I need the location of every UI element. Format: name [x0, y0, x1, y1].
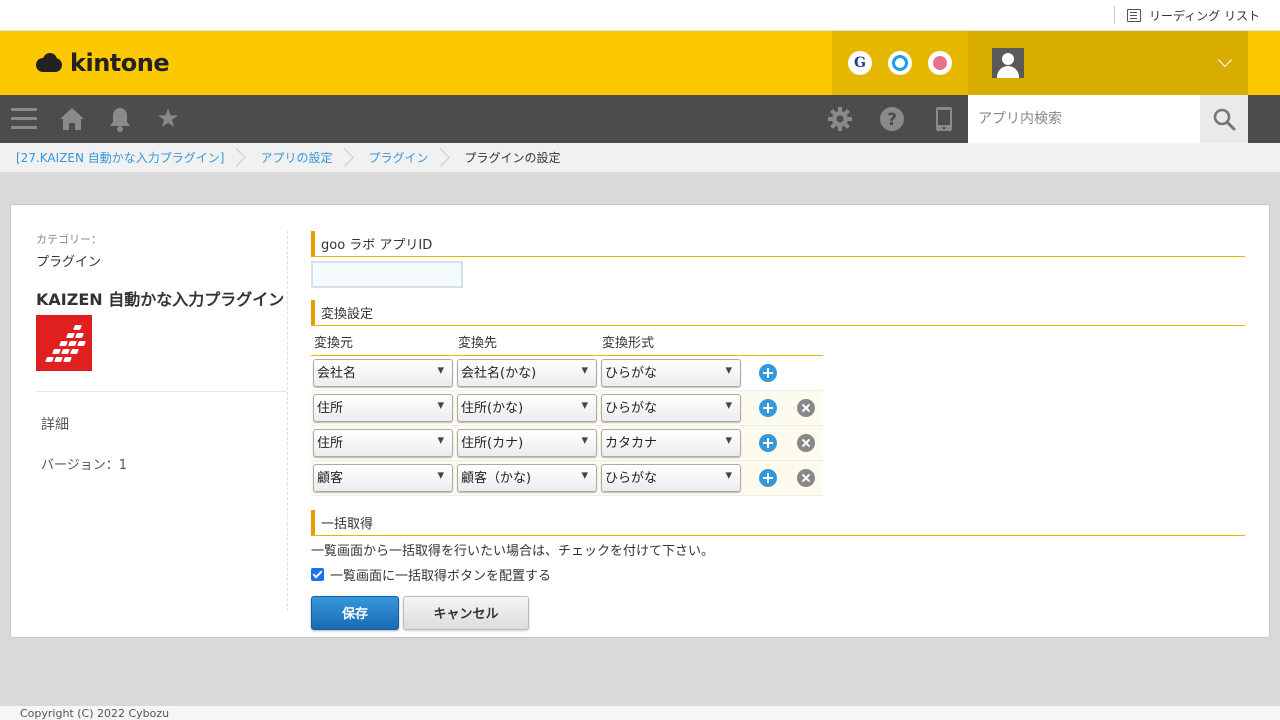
- table-row: 住所 住所(カナ) カタカナ: [311, 425, 823, 460]
- chevron-down-icon: [1217, 52, 1233, 68]
- target-field-select[interactable]: 住所(カナ): [457, 427, 597, 457]
- breadcrumb-separator: [234, 143, 244, 173]
- bulk-checkbox-row: 一覧画面に一括取得ボタンを配置する: [311, 565, 1245, 584]
- add-row-icon[interactable]: [759, 468, 777, 487]
- target-field-select[interactable]: 会社名(かな): [457, 357, 597, 387]
- source-field-select[interactable]: 会社名: [313, 357, 453, 387]
- table-row: 顧客 顧客（かな) ひらがな: [311, 460, 823, 495]
- home-icon[interactable]: [58, 105, 86, 133]
- add-row-icon[interactable]: [759, 398, 777, 417]
- column-header-source: 変換元: [311, 332, 455, 356]
- header-app-shortcuts: G: [832, 31, 968, 95]
- source-field-select[interactable]: 顧客: [313, 462, 453, 492]
- bulk-checkbox-label[interactable]: 一覧画面に一括取得ボタンを配置する: [330, 565, 551, 584]
- star-icon[interactable]: ★: [154, 105, 182, 133]
- mail-icon[interactable]: [928, 51, 952, 75]
- svg-text:?: ?: [887, 110, 897, 130]
- category-label: カテゴリー：: [36, 233, 102, 246]
- g-icon[interactable]: G: [848, 51, 872, 75]
- app-search-input[interactable]: [968, 95, 1200, 143]
- column-header-format: 変換形式: [599, 332, 743, 356]
- user-menu[interactable]: [968, 31, 1248, 95]
- target-field-select[interactable]: 顧客（かな): [457, 462, 597, 492]
- save-button[interactable]: 保存: [311, 595, 399, 630]
- panel-divider: [287, 231, 288, 611]
- sidebar-divider: [36, 391, 286, 392]
- remove-row-icon[interactable]: [797, 468, 815, 487]
- remove-row-icon[interactable]: [797, 398, 815, 417]
- appid-input[interactable]: [311, 261, 463, 288]
- kintone-header: kintone G: [0, 31, 1280, 95]
- section-title-conversion: 変換設定: [311, 300, 1245, 326]
- source-field-select[interactable]: 住所: [313, 427, 453, 457]
- breadcrumb-plugins[interactable]: プラグイン: [368, 149, 428, 166]
- plugin-logo-icon: [36, 315, 92, 371]
- section-title-bulk: 一括取得: [311, 509, 1245, 536]
- table-row: 住所 住所(かな) ひらがな: [311, 390, 823, 425]
- reading-list-button[interactable]: リーディング リスト: [1114, 6, 1260, 24]
- plugin-info-sidebar: カテゴリー： プラグイン KAIZEN 自動かな入力プラグイン 詳細 バージョン…: [36, 231, 286, 473]
- format-select[interactable]: ひらがな: [601, 462, 741, 492]
- breadcrumb: [27.KAIZEN 自動かな入力プラグイン] アプリの設定 プラグイン プラグ…: [0, 143, 1280, 173]
- format-select[interactable]: ひらがな: [601, 357, 741, 387]
- kintone-logo[interactable]: kintone: [34, 49, 170, 77]
- hamburger-menu-icon[interactable]: [10, 105, 38, 133]
- breadcrumb-separator: [438, 143, 448, 173]
- category-value: プラグイン: [36, 255, 102, 270]
- remove-row-icon[interactable]: [797, 433, 815, 452]
- settings-form: goo ラボ アプリID 変換設定 変換元 変換先 変換形式 会社名 会社名(か…: [311, 231, 1245, 630]
- help-icon[interactable]: ?: [878, 105, 906, 133]
- table-row: 会社名 会社名(かな) ひらがな: [311, 355, 823, 390]
- plugin-name: KAIZEN 自動かな入力プラグイン: [36, 290, 285, 309]
- breadcrumb-app[interactable]: [27.KAIZEN 自動かな入力プラグイン]: [16, 149, 224, 166]
- gear-icon[interactable]: [826, 105, 854, 133]
- search-button[interactable]: [1200, 95, 1248, 143]
- cancel-button[interactable]: キャンセル: [403, 595, 529, 630]
- breadcrumb-app-settings[interactable]: アプリの設定: [260, 149, 332, 166]
- bell-icon[interactable]: [106, 105, 134, 133]
- toolbar-divider: [1114, 6, 1116, 24]
- reading-list-icon: [1127, 8, 1142, 22]
- form-buttons: 保存 キャンセル: [311, 595, 1245, 630]
- detail-link[interactable]: 詳細: [41, 414, 286, 434]
- bulk-note: 一覧画面から一括取得を行いたい場合は、チェックを付けて下さい。: [311, 543, 715, 559]
- footer-copyright: Copyright (C) 2022 Cybozu: [0, 706, 1280, 720]
- section-title-appid: goo ラボ アプリID: [311, 231, 1245, 257]
- reading-list-label: リーディング リスト: [1149, 8, 1260, 23]
- version-text: バージョン：1: [41, 458, 128, 473]
- format-select[interactable]: カタカナ: [601, 427, 741, 457]
- cloud-logo-icon: [34, 52, 66, 74]
- plugin-settings-panel: カテゴリー： プラグイン KAIZEN 自動かな入力プラグイン 詳細 バージョン…: [10, 204, 1270, 638]
- bulk-checkbox[interactable]: [311, 567, 324, 581]
- breadcrumb-separator: [342, 143, 352, 173]
- target-field-select[interactable]: 住所(かな): [457, 392, 597, 422]
- breadcrumb-current: プラグインの設定: [464, 151, 561, 165]
- avatar: [992, 48, 1024, 78]
- add-row-icon[interactable]: [759, 363, 777, 382]
- mobile-icon[interactable]: [930, 105, 958, 133]
- column-header-target: 変換先: [455, 332, 599, 356]
- table-header-row: 変換元 変換先 変換形式: [311, 332, 823, 356]
- format-select[interactable]: ひらがな: [601, 392, 741, 422]
- logo-text: kintone: [70, 49, 170, 77]
- add-row-icon[interactable]: [759, 433, 777, 452]
- browser-toolbar: リーディング リスト: [0, 0, 1280, 31]
- conversion-table: 変換元 変換先 変換形式 会社名 会社名(かな) ひらがな 住所 住所(かな) …: [311, 332, 823, 496]
- source-field-select[interactable]: 住所: [313, 392, 453, 422]
- circle-icon[interactable]: [888, 51, 912, 75]
- search-icon: [1213, 108, 1236, 131]
- nav-bar: ★ ?: [0, 95, 1280, 143]
